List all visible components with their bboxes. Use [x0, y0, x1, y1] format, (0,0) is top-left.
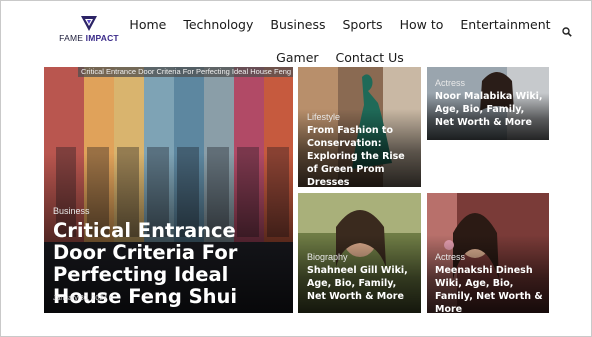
hero-date-dot: •: [109, 295, 112, 302]
nav-item-entertainment[interactable]: Entertainment: [460, 17, 550, 32]
nav-item-home[interactable]: Home: [129, 17, 166, 32]
logo-brand-second: IMPACT: [85, 33, 119, 43]
search-icon[interactable]: [562, 27, 572, 37]
card-title[interactable]: Shahneel Gill Wiki, Age, Bio, Family, Ne…: [307, 264, 417, 303]
hero-date: January 30, 2024 •: [53, 295, 112, 302]
card-category[interactable]: Actress: [435, 252, 465, 262]
nav-item-business[interactable]: Business: [270, 17, 325, 32]
post-card-noor-malabika[interactable]: Actress Noor Malabika Wiki, Age, Bio, Fa…: [427, 67, 549, 140]
post-card-shahneel-gill[interactable]: Biography Shahneel Gill Wiki, Age, Bio, …: [298, 193, 421, 313]
logo-mark-icon: [81, 16, 97, 31]
nav-item-technology[interactable]: Technology: [183, 17, 253, 32]
logo-text: FAME IMPACT: [58, 33, 120, 43]
card-category[interactable]: Lifestyle: [307, 112, 340, 122]
main-nav: Home Technology Business Sports How to E…: [129, 8, 550, 74]
card-title[interactable]: From Fashion to Conservation: Exploring …: [307, 124, 417, 187]
post-card-green-prom-dresses[interactable]: Lifestyle From Fashion to Conservation: …: [298, 67, 421, 187]
hero-post-card[interactable]: Critical Entrance Door Criteria For Perf…: [44, 67, 293, 313]
card-title[interactable]: Noor Malabika Wiki, Age, Bio, Family, Ne…: [435, 90, 545, 129]
logo-brand-first: FAME: [59, 33, 84, 43]
nav-row-1: Home Technology Business Sports How to E…: [129, 8, 550, 41]
card-category[interactable]: Biography: [307, 252, 348, 262]
nav-item-gamer[interactable]: Gamer: [276, 50, 318, 65]
post-card-meenakshi-dinesh[interactable]: Actress Meenakshi Dinesh Wiki, Age, Bio,…: [427, 193, 549, 313]
hero-category[interactable]: Business: [53, 206, 90, 216]
card-title[interactable]: Meenakshi Dinesh Wiki, Age, Bio, Family,…: [435, 264, 547, 313]
nav-item-how-to[interactable]: How to: [400, 17, 444, 32]
hero-hover-title: Critical Entrance Door Criteria For Perf…: [78, 67, 293, 77]
site-logo[interactable]: FAME IMPACT: [58, 14, 120, 43]
nav-item-contact-us[interactable]: Contact Us: [336, 50, 404, 65]
nav-item-sports[interactable]: Sports: [343, 17, 383, 32]
card-category[interactable]: Actress: [435, 78, 465, 88]
hero-date-text: January 30, 2024: [53, 295, 108, 302]
